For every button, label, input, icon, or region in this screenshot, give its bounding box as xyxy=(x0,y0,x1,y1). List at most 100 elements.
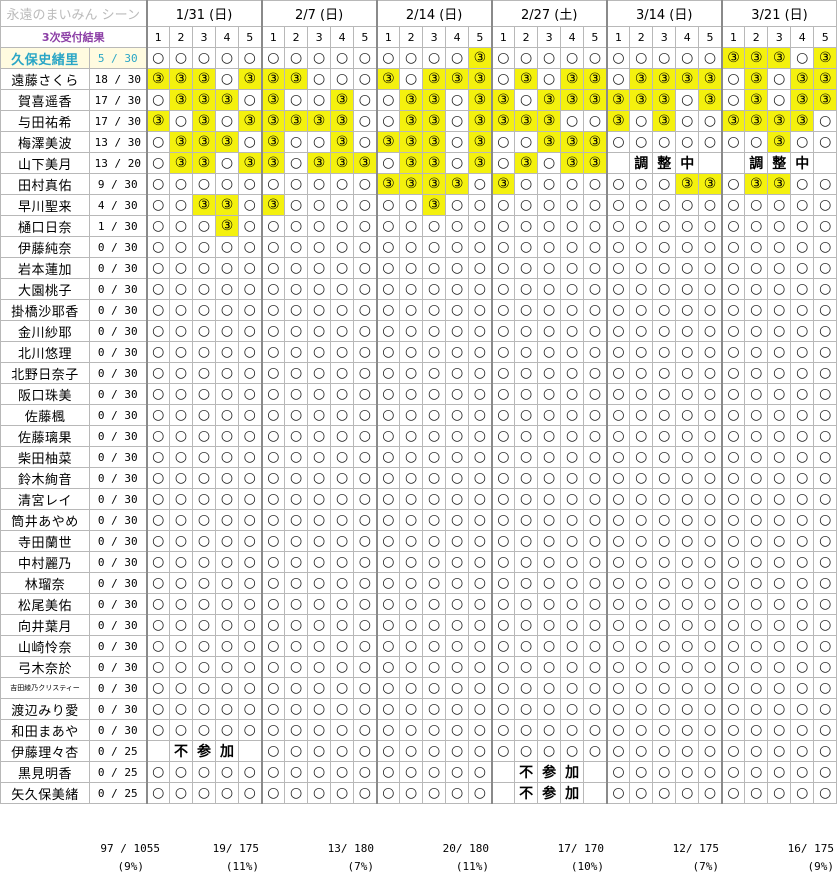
open-slot: ○ xyxy=(468,782,493,804)
open-slot: ○ xyxy=(514,173,539,195)
open-slot: ○ xyxy=(537,467,562,489)
open-slot: ○ xyxy=(675,236,700,258)
status-note xyxy=(813,152,838,174)
slot-number-header: 1 xyxy=(490,26,516,48)
open-slot: ○ xyxy=(445,299,470,321)
won-slot: ③ xyxy=(399,110,424,132)
open-slot: ○ xyxy=(238,320,263,342)
open-slot: ○ xyxy=(675,278,700,300)
open-slot: ○ xyxy=(145,152,171,174)
open-slot: ○ xyxy=(353,614,378,636)
open-slot: ○ xyxy=(490,68,516,90)
open-slot: ○ xyxy=(330,698,355,720)
open-slot: ○ xyxy=(698,215,723,237)
open-slot: ○ xyxy=(422,47,447,69)
open-slot: ○ xyxy=(583,635,608,657)
open-slot: ○ xyxy=(468,698,493,720)
status-note xyxy=(490,761,516,783)
won-slot: ③ xyxy=(422,110,447,132)
open-slot: ○ xyxy=(675,761,700,783)
open-slot: ○ xyxy=(330,446,355,468)
open-slot: ○ xyxy=(675,320,700,342)
open-slot: ○ xyxy=(445,89,470,111)
open-slot: ○ xyxy=(767,320,792,342)
open-slot: ○ xyxy=(238,89,263,111)
open-slot: ○ xyxy=(744,509,769,531)
open-slot: ○ xyxy=(767,215,792,237)
member-row: 北野日奈子 0 / 30 ○ ○ ○ ○ ○ ○ ○ ○ ○ ○ ○ ○ ○ ○ ○ ○ ○ ○ ○ ○ ○ ○ ○ ○ ○ ○ ○ ○… xyxy=(0,362,838,384)
open-slot: ○ xyxy=(353,593,378,615)
open-slot: ○ xyxy=(169,236,194,258)
won-slot: ③ xyxy=(192,68,217,90)
open-slot: ○ xyxy=(468,236,493,258)
won-slot: ③ xyxy=(537,131,562,153)
open-slot: ○ xyxy=(537,68,562,90)
open-slot: ○ xyxy=(215,404,240,426)
open-slot: ○ xyxy=(720,530,746,552)
open-slot: ○ xyxy=(422,530,447,552)
member-name: 北川悠理 xyxy=(0,341,90,363)
open-slot: ○ xyxy=(307,425,332,447)
open-slot: ○ xyxy=(307,719,332,741)
open-slot: ○ xyxy=(767,404,792,426)
open-slot: ○ xyxy=(145,299,171,321)
open-slot: ○ xyxy=(330,320,355,342)
open-slot: ○ xyxy=(192,215,217,237)
open-slot: ○ xyxy=(375,278,401,300)
open-slot: ○ xyxy=(260,257,286,279)
open-slot: ○ xyxy=(583,383,608,405)
open-slot: ○ xyxy=(790,215,815,237)
open-slot: ○ xyxy=(583,47,608,69)
open-slot: ○ xyxy=(145,698,171,720)
open-slot: ○ xyxy=(652,320,677,342)
open-slot: ○ xyxy=(698,761,723,783)
member-name: 賀喜遥香 xyxy=(0,89,90,111)
open-slot: ○ xyxy=(330,215,355,237)
open-slot: ○ xyxy=(375,110,401,132)
open-slot: ○ xyxy=(169,362,194,384)
open-slot: ○ xyxy=(583,236,608,258)
open-slot: ○ xyxy=(652,341,677,363)
slot-number-header: 5 xyxy=(468,26,493,48)
open-slot: ○ xyxy=(744,782,769,804)
member-score: 0 / 30 xyxy=(88,635,148,657)
open-slot: ○ xyxy=(560,446,585,468)
open-slot: ○ xyxy=(675,215,700,237)
open-slot: ○ xyxy=(307,362,332,384)
open-slot: ○ xyxy=(583,404,608,426)
open-slot: ○ xyxy=(813,425,838,447)
open-slot: ○ xyxy=(490,131,516,153)
open-slot: ○ xyxy=(720,362,746,384)
open-slot: ○ xyxy=(744,593,769,615)
won-slot: ③ xyxy=(284,68,309,90)
open-slot: ○ xyxy=(307,698,332,720)
open-slot: ○ xyxy=(790,194,815,216)
open-slot: ○ xyxy=(330,530,355,552)
member-score: 4 / 30 xyxy=(88,194,148,216)
open-slot: ○ xyxy=(720,299,746,321)
open-slot: ○ xyxy=(445,635,470,657)
open-slot: ○ xyxy=(767,677,792,699)
open-slot: ○ xyxy=(353,509,378,531)
won-slot: ③ xyxy=(629,68,654,90)
member-row: 梅澤美波 13 / 30 ○ ③ ③ ③ ○ ③ ○ ○ ③ ○ ③ ③ ③ ○ ③ ○ ○ ③ ③ ③ ○ ○ ○ ○ ○ ○ ○ ③ ○… xyxy=(0,131,838,153)
open-slot: ○ xyxy=(698,425,723,447)
open-slot: ○ xyxy=(605,530,631,552)
won-slot: ③ xyxy=(260,194,286,216)
status-note: 中 xyxy=(790,152,815,174)
member-score: 0 / 30 xyxy=(88,467,148,489)
open-slot: ○ xyxy=(307,614,332,636)
open-slot: ○ xyxy=(629,530,654,552)
open-slot: ○ xyxy=(375,215,401,237)
open-slot: ○ xyxy=(490,425,516,447)
won-slot: ③ xyxy=(698,89,723,111)
open-slot: ○ xyxy=(629,740,654,762)
open-slot: ○ xyxy=(698,530,723,552)
open-slot: ○ xyxy=(307,341,332,363)
won-slot: ③ xyxy=(468,89,493,111)
open-slot: ○ xyxy=(767,614,792,636)
open-slot: ○ xyxy=(284,425,309,447)
open-slot: ○ xyxy=(145,173,171,195)
open-slot: ○ xyxy=(145,488,171,510)
open-slot: ○ xyxy=(514,488,539,510)
